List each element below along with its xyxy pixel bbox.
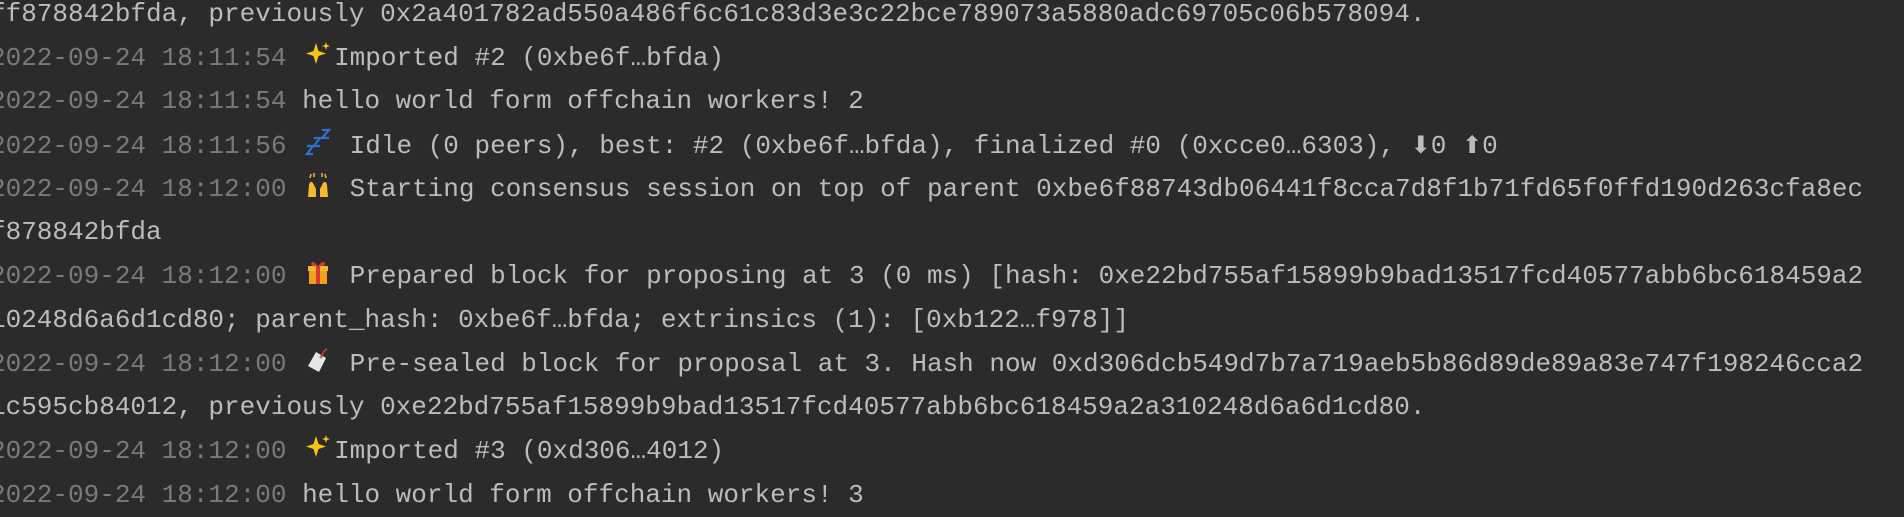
raised-hands-icon <box>302 171 334 201</box>
log-text: Idle (0 peers), best: #2 (0xbe6f…bfda), … <box>334 131 1411 162</box>
label-tag-icon <box>302 346 334 376</box>
log-continuation: ff878842bfda, previously 0x2a401782ad550… <box>0 0 1904 37</box>
log-continuation: f878842bfda <box>0 211 1904 255</box>
timestamp: 2022-09-24 18:12:00 <box>0 479 287 510</box>
log-continuation: 1c595cb84012, previously 0xe22bd755af158… <box>0 386 1904 430</box>
log-line: 2022-09-24 18:11:54 hello world form off… <box>0 80 1904 124</box>
log-text: ff878842bfda, previously 0x2a401782ad550… <box>0 0 1426 29</box>
timestamp: 2022-09-24 18:12:00 <box>0 173 287 204</box>
log-text: Imported #2 (0xbe6f…bfda) <box>334 42 725 73</box>
log-line: 2022-09-24 18:11:56 Idle (0 peers), best… <box>0 124 1904 168</box>
log-line: 2022-09-24 18:12:00 Imported #3 (0xd306…… <box>0 430 1904 474</box>
log-text: f878842bfda <box>0 217 162 248</box>
upload-count: 0 <box>1482 131 1498 162</box>
log-text: Starting consensus session on top of par… <box>334 173 1864 204</box>
timestamp: 2022-09-24 18:12:00 <box>0 435 287 466</box>
console-output[interactable]: ff878842bfda, previously 0x2a401782ad550… <box>0 0 1904 517</box>
upload-arrow-icon: ⬆ <box>1461 131 1483 160</box>
zzz-icon <box>302 128 334 158</box>
timestamp: 2022-09-24 18:12:00 <box>0 348 287 379</box>
timestamp: 2022-09-24 18:12:00 <box>0 261 287 292</box>
timestamp: 2022-09-24 18:11:54 <box>0 42 287 73</box>
log-line: 2022-09-24 18:12:00 Pre-sealed block for… <box>0 343 1904 387</box>
timestamp: 2022-09-24 18:11:54 <box>0 86 287 117</box>
log-text: Pre-sealed block for proposal at 3. Hash… <box>334 348 1864 379</box>
sparkles-icon <box>302 433 334 463</box>
download-count: 0 <box>1430 131 1447 162</box>
log-continuation: 10248d6a6d1cd80; parent_hash: 0xbe6f…bfd… <box>0 299 1904 343</box>
log-line: 2022-09-24 18:12:00 Prepared block for p… <box>0 255 1904 299</box>
log-line: 2022-09-24 18:12:00 hello world form off… <box>0 474 1904 517</box>
log-line: 2022-09-24 18:11:54 Imported #2 (0xbe6f…… <box>0 37 1904 81</box>
log-text: 10248d6a6d1cd80; parent_hash: 0xbe6f…bfd… <box>0 304 1129 335</box>
log-text: Prepared block for proposing at 3 (0 ms)… <box>334 261 1864 292</box>
download-arrow-icon: ⬇ <box>1410 131 1431 160</box>
sparkles-icon <box>302 40 334 70</box>
gift-icon <box>302 258 334 288</box>
log-line: 2022-09-24 18:12:00 Starting consensus s… <box>0 168 1904 212</box>
log-text: hello world form offchain workers! 2 <box>302 86 864 117</box>
timestamp: 2022-09-24 18:11:56 <box>0 131 287 162</box>
log-text: hello world form offchain workers! 3 <box>302 479 864 510</box>
log-text: 1c595cb84012, previously 0xe22bd755af158… <box>0 392 1426 423</box>
log-text: Imported #3 (0xd306…4012) <box>334 435 725 466</box>
